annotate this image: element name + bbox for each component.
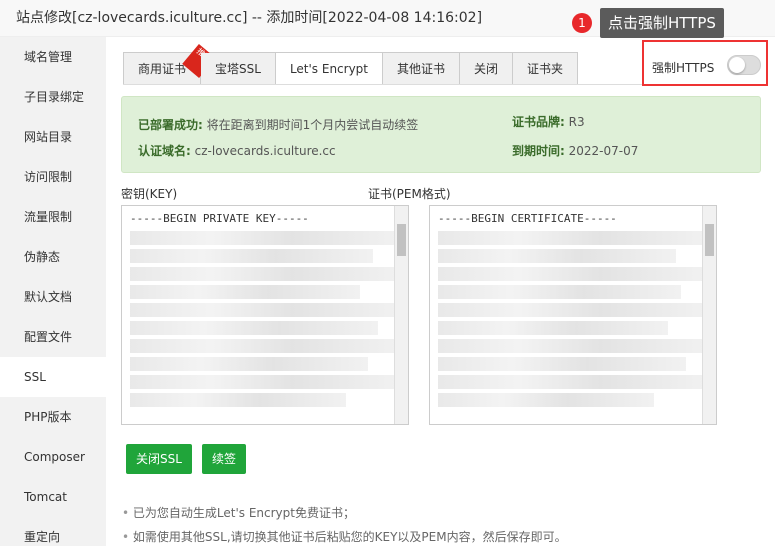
sidebar-item-ssl[interactable]: SSL [0,357,106,397]
key-label: 密钥(KEY) [121,187,178,201]
tooltip: 点击强制HTTPS [600,8,724,38]
expire-label: 到期时间: [512,144,565,158]
sidebar-item-composer[interactable]: Composer [0,437,106,477]
ssl-status-panel: 已部署成功: 将在距离到期时间1个月内尝试自动续签 认证域名: cz-lovec… [121,96,761,173]
note-item: 已为您自动生成Let's Encrypt免费证书； [122,504,355,521]
domain-value: cz-lovecards.iculture.cc [194,144,336,158]
domain-label: 认证域名: [138,144,191,158]
cert-text: -----BEGIN CERTIFICATE----- [438,212,617,225]
cert-textarea[interactable]: -----BEGIN CERTIFICATE----- [429,205,717,425]
sidebar: 域名管理 子目录绑定 网站目录 访问限制 流量限制 伪静态 默认文档 配置文件 … [0,37,106,546]
sidebar-item-rewrite[interactable]: 伪静态 [0,237,106,277]
brand-label: 证书品牌: [512,115,565,129]
sidebar-item-access[interactable]: 访问限制 [0,157,106,197]
sidebar-item-config[interactable]: 配置文件 [0,317,106,357]
key-text: -----BEGIN PRIVATE KEY----- [130,212,309,225]
sidebar-item-traffic[interactable]: 流量限制 [0,197,106,237]
deployed-text: 将在距离到期时间1个月内尝试自动续签 [206,118,419,132]
brand-value: R3 [568,115,585,129]
sidebar-item-subdir[interactable]: 子目录绑定 [0,77,106,117]
force-https-label: 强制HTTPS [652,61,715,75]
cert-label: 证书(PEM格式) [368,187,451,201]
close-ssl-button[interactable]: 关闭SSL [126,444,192,474]
blurred-content [438,231,708,407]
deployed-label: 已部署成功: [138,118,203,132]
tab-bt-ssl[interactable]: 宝塔SSL [201,53,276,85]
renew-button[interactable]: 续签 [202,444,247,474]
scrollbar[interactable] [702,206,716,424]
sidebar-item-domain[interactable]: 域名管理 [0,37,106,77]
toggle-knob [729,57,745,73]
key-textarea[interactable]: -----BEGIN PRIVATE KEY----- [121,205,409,425]
step-badge: 1 [572,13,592,33]
tab-lets-encrypt[interactable]: Let's Encrypt [275,53,384,85]
tab-commercial[interactable]: 商用证书推荐 [124,43,216,85]
force-https-highlight: 强制HTTPS [642,40,768,86]
ssl-tabs: 商用证书推荐 宝塔SSL Let's Encrypt 其他证书 关闭 证书夹 [123,43,579,85]
tab-cert-folder[interactable]: 证书夹 [513,53,578,85]
tab-other-cert[interactable]: 其他证书 [383,53,461,85]
tab-label: 商用证书 [138,62,187,76]
sidebar-item-redirect[interactable]: 重定向 [0,517,106,557]
scrollbar[interactable] [394,206,408,424]
sidebar-item-tomcat[interactable]: Tomcat [0,477,106,517]
tab-close[interactable]: 关闭 [460,53,514,85]
expire-value: 2022-07-07 [568,144,639,158]
sidebar-item-default-doc[interactable]: 默认文档 [0,277,106,317]
sidebar-item-site-dir[interactable]: 网站目录 [0,117,106,157]
note-item: 如需使用其他SSL,请切换其他证书后粘贴您的KEY以及PEM内容，然后保存即可。 [122,528,567,545]
force-https-toggle[interactable] [727,55,761,75]
sidebar-item-php[interactable]: PHP版本 [0,397,106,437]
blurred-content [130,231,400,407]
